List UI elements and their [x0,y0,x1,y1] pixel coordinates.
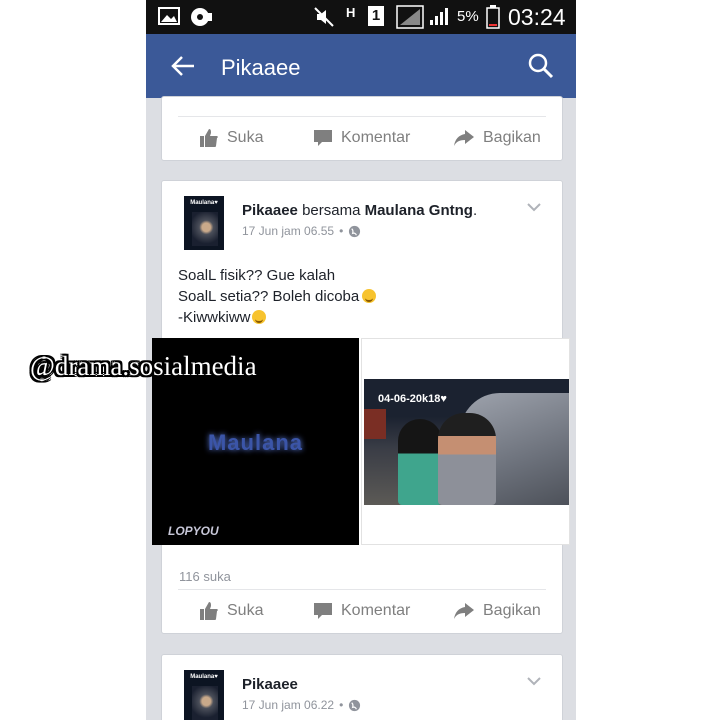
photo-right-caption: 04-06-20k18♥ [378,393,447,405]
battery-icon [486,5,500,29]
post-card-next: Maulana♥ Pikaaee 17 Jun jam 06.22 • [161,654,563,720]
avatar[interactable]: Maulana♥ [184,196,224,250]
post-actions: Suka Komentar Bagikan [162,116,562,160]
meta-separator: • [339,224,344,238]
sim-badge: 1 [368,6,384,26]
post-timestamp[interactable]: 17 Jun jam 06.22 [242,698,334,712]
network-type-badge: H [346,5,356,20]
share-icon [454,603,474,619]
app-bar: Pikaaee [146,34,576,98]
chevron-down-icon[interactable] [526,202,542,212]
mute-icon [314,7,334,27]
author-name[interactable]: Pikaaee [242,202,298,219]
photo-left-signature: LOPYOU [168,524,219,538]
couple-photo: 04-06-20k18♥ [364,379,569,505]
gallery-icon [158,7,180,25]
comment-button[interactable]: Komentar [313,116,410,160]
wink-emoji-icon [251,310,266,324]
clock: 03:24 [508,4,566,30]
page-title: Pikaaee [221,55,301,80]
like-button[interactable]: Suka [199,116,263,160]
share-label: Bagikan [483,129,541,146]
voice-recorder-icon [191,8,212,26]
post-meta: 17 Jun jam 06.22 • [242,698,361,712]
post-body: SoalL fisik?? Gue kalah SoalL setia?? Bo… [178,265,377,328]
with-text: bersama [302,202,361,219]
status-bar: H 1 5% 03:24 [146,0,576,34]
post-meta: 17 Jun jam 06.55 • [242,224,361,238]
post-line-3: -Kiwwkiww [178,307,376,328]
avatar-photo [192,212,218,246]
like-button[interactable]: Suka [199,589,263,633]
photo-background-light [364,409,386,439]
share-icon [454,130,474,146]
avatar-photo [192,686,218,720]
tagged-name[interactable]: Maulana Gntng [365,202,473,219]
signal-1-icon [396,5,424,29]
post-line-2-text: SoalL setia?? Boleh dicoba [178,288,360,305]
like-label: Suka [227,602,264,619]
post-header: Pikaaee bersama Maulana Gntng. [242,202,477,219]
comment-label: Komentar [341,129,411,146]
battery-percent: 5% [457,8,479,25]
share-button[interactable]: Bagikan [453,589,541,633]
post-timestamp[interactable]: 17 Jun jam 06.55 [242,224,334,238]
comment-label: Komentar [341,602,411,619]
comment-icon [314,130,332,146]
meta-separator: • [339,698,344,712]
post-line-3-text: -Kiwwkiww [178,309,251,326]
globe-icon [349,699,361,711]
signal-2-icon [430,8,448,25]
post-photo-right[interactable]: 04-06-20k18♥ [361,338,570,545]
author-name[interactable]: Pikaaee [242,676,298,693]
chevron-down-icon[interactable] [526,676,542,686]
tagged-suffix: . [472,202,478,219]
likes-count[interactable]: 116 suka [179,569,231,584]
photo-person-right [438,413,496,505]
thumbs-up-icon [200,602,218,620]
globe-icon [349,225,361,237]
share-label: Bagikan [483,602,541,619]
watermark: @drama.sosialmedia [30,351,257,381]
photo-left-caption: Maulana [207,430,304,455]
post-header: Pikaaee [242,676,298,693]
post-line-1: SoalL fisik?? Gue kalah [178,267,336,284]
post-line-2: SoalL setia?? Boleh dicoba [178,286,377,307]
smile-emoji-icon [362,289,377,303]
comment-button[interactable]: Komentar [313,589,410,633]
photo-person-left [398,419,442,505]
thumbs-up-icon [200,129,218,147]
back-arrow-icon[interactable] [170,54,196,78]
avatar-caption: Maulana♥ [190,674,218,680]
share-button[interactable]: Bagikan [453,116,541,160]
search-icon[interactable] [528,53,554,79]
avatar-caption: Maulana♥ [190,200,218,206]
post-actions: Suka Komentar Bagikan [162,589,562,633]
avatar[interactable]: Maulana♥ [184,670,224,720]
like-label: Suka [227,129,264,146]
comment-icon [314,603,332,619]
post-card-previous: Suka Komentar Bagikan [161,96,563,161]
